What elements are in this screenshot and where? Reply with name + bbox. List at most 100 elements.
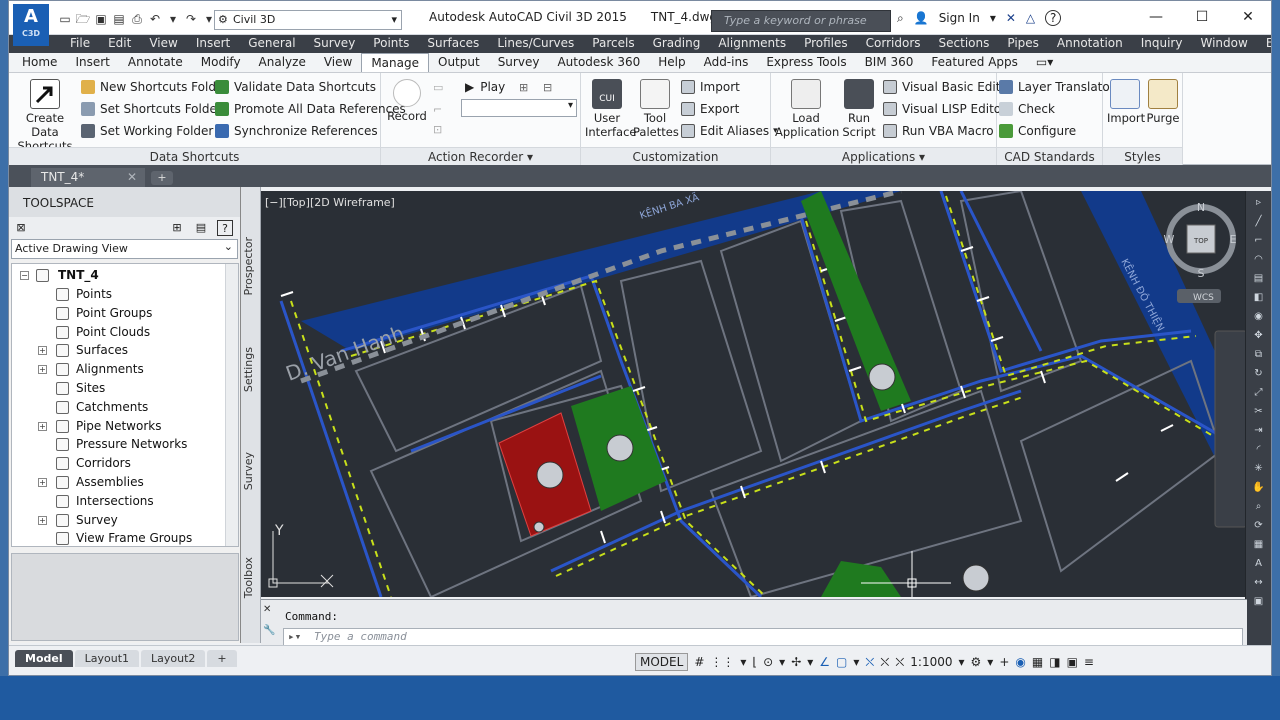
ribbon-tab-express-tools[interactable]: Express Tools [757, 53, 855, 72]
ribbon-tab-annotate[interactable]: Annotate [119, 53, 192, 72]
tree-item-points[interactable]: Points [12, 285, 232, 304]
command-input[interactable]: ▸▾ Type a command [283, 628, 1243, 646]
preference-icon[interactable]: ⊞ [519, 81, 528, 94]
menu-insert[interactable]: Insert [187, 35, 239, 53]
exchange-icon[interactable]: ✕ [1006, 11, 1016, 25]
close-icon[interactable]: ✕ [263, 604, 279, 615]
ribbon-tab-modify[interactable]: Modify [192, 53, 250, 72]
globe-icon[interactable]: ◉ [1251, 310, 1267, 324]
record-button[interactable]: Record [387, 79, 427, 123]
add-layout-button[interactable]: + [207, 650, 237, 667]
polyline-icon[interactable]: ⌐ [1251, 234, 1267, 248]
lock-icon[interactable]: ▣ [1067, 655, 1078, 669]
arc-icon[interactable]: ◠ [1251, 253, 1267, 267]
text-icon[interactable]: A [1251, 557, 1267, 571]
extend-icon[interactable]: ⇥ [1251, 424, 1267, 438]
tree-item-pressure-networks[interactable]: Pressure Networks [12, 435, 232, 454]
hardware-acceleration-icon[interactable]: ▦ [1032, 655, 1043, 669]
validate-data-shortcuts-button[interactable]: Validate Data Shortcuts [215, 77, 376, 97]
ribbon-tab-survey[interactable]: Survey [489, 53, 549, 72]
new-file-icon[interactable]: ▭ [57, 11, 73, 27]
tree-item-pipe-networks[interactable]: + Pipe Networks [12, 417, 232, 436]
line-icon[interactable]: ╱ [1251, 215, 1267, 229]
ribbon-tab-help[interactable]: Help [649, 53, 694, 72]
tree-item-corridors[interactable]: Corridors [12, 454, 232, 473]
run-script-button[interactable]: Run Script [841, 79, 877, 139]
ribbon-tab-insert[interactable]: Insert [66, 53, 118, 72]
tree-item-surfaces[interactable]: + Surfaces [12, 341, 232, 360]
fillet-icon[interactable]: ◜ [1251, 443, 1267, 457]
menu-profiles[interactable]: Profiles [795, 35, 857, 53]
save-as-icon[interactable]: ▤ [111, 11, 127, 27]
configure-button[interactable]: Configure [999, 121, 1076, 141]
layout-tab-layout2[interactable]: Layout2 [141, 650, 206, 667]
side-tab-prospector[interactable]: Prospector [242, 237, 260, 296]
edit-aliases-button[interactable]: Edit Aliases ▾ [681, 121, 778, 141]
explode-icon[interactable]: ✳ [1251, 462, 1267, 476]
ribbon-tab-view[interactable]: View [315, 53, 361, 72]
copy-icon[interactable]: ⧉ [1251, 348, 1267, 362]
annotation-autoscale-icon[interactable]: ⛌ [880, 655, 889, 670]
list-view-icon[interactable]: ▤ [193, 220, 209, 236]
chevron-down-icon[interactable]: ▾ [853, 655, 859, 669]
tree-item-point-clouds[interactable]: Point Clouds [12, 323, 232, 342]
view-mode-select[interactable]: Active Drawing View [11, 238, 238, 259]
undo-icon[interactable]: ↶ [147, 11, 163, 27]
help-icon[interactable]: ? [1045, 10, 1062, 26]
menu-inquiry[interactable]: Inquiry [1132, 35, 1192, 53]
menu-annotation[interactable]: Annotation [1048, 35, 1132, 53]
ribbon-tab-add-ins[interactable]: Add-ins [695, 53, 758, 72]
set-working-folder-button[interactable]: Set Working Folder [81, 121, 213, 141]
chevron-down-icon[interactable]: ▾ [779, 655, 785, 669]
menu-survey[interactable]: Survey [305, 35, 365, 53]
menu-alignments[interactable]: Alignments [709, 35, 795, 53]
tree-item-assemblies[interactable]: + Assemblies [12, 473, 232, 492]
zoom-icon[interactable]: ⌕ [1251, 500, 1267, 514]
workspace-gear-icon[interactable]: ⚙ [971, 655, 982, 669]
snap-icon[interactable]: ⋮⋮ [710, 655, 734, 669]
insert-message-icon[interactable]: ▭ [433, 81, 443, 94]
navigation-bar[interactable] [1214, 330, 1247, 528]
model-space-button[interactable]: MODEL [635, 653, 689, 671]
menu-view[interactable]: View [140, 35, 186, 53]
redo-icon[interactable]: ↷ [183, 11, 199, 27]
infer-constraints-icon[interactable]: ⌊ [752, 655, 757, 669]
help-icon[interactable]: ? [217, 220, 233, 236]
block-icon[interactable]: ▣ [1251, 595, 1267, 609]
menu-window[interactable]: Window [1191, 35, 1256, 53]
pan-icon[interactable]: ✋ [1251, 481, 1267, 495]
side-tab-settings[interactable]: Settings [242, 347, 260, 392]
menu-points[interactable]: Points [364, 35, 418, 53]
annotation-scale-icon[interactable]: ⛌ [895, 655, 904, 670]
minimize-icon[interactable]: — [1133, 1, 1179, 33]
sign-in-button[interactable]: Sign In [939, 11, 980, 25]
menu-grading[interactable]: Grading [644, 35, 710, 53]
orbit-icon[interactable]: ⟳ [1251, 519, 1267, 533]
set-shortcuts-folder-button[interactable]: Set Shortcuts Folder [81, 99, 222, 119]
plus-icon[interactable]: + [999, 655, 1009, 669]
tree-item-intersections[interactable]: Intersections [12, 492, 232, 511]
chevron-down-icon[interactable]: ▾ [740, 655, 746, 669]
workspace-select[interactable]: ⚙ Civil 3D [214, 10, 402, 30]
chevron-down-icon[interactable]: ▾ [527, 150, 533, 164]
menu-file[interactable]: File [61, 35, 99, 53]
tree-root-drawing[interactable]: − TNT_4 [12, 266, 232, 285]
autodesk-360-icon[interactable]: △ [1026, 11, 1035, 25]
chevron-down-icon[interactable]: ▾ [987, 655, 993, 669]
expand-icon[interactable]: + [38, 346, 47, 356]
application-menu-button[interactable]: A C3D [13, 4, 49, 46]
layout-tab-layout1[interactable]: Layout1 [74, 650, 140, 667]
keyword-search-input[interactable]: Type a keyword or phrase [711, 10, 891, 32]
menu-sections[interactable]: Sections [930, 35, 999, 53]
tree-item-survey[interactable]: + Survey [12, 511, 232, 530]
tree-item-sites[interactable]: Sites [12, 379, 232, 398]
expand-icon[interactable]: + [38, 421, 47, 431]
osnap-icon[interactable]: ∠ [819, 655, 830, 669]
purge-button[interactable]: Purge [1145, 79, 1181, 125]
sign-in-dropdown-icon[interactable]: ▾ [990, 11, 996, 25]
viewport-controls-label[interactable]: [−][Top][2D Wireframe] [265, 196, 395, 209]
tree-item-point-groups[interactable]: Point Groups [12, 304, 232, 323]
clean-screen-icon[interactable]: ◨ [1049, 655, 1060, 669]
tree-item-alignments[interactable]: + Alignments [12, 360, 232, 379]
ribbon-tab-home[interactable]: Home [13, 53, 66, 72]
